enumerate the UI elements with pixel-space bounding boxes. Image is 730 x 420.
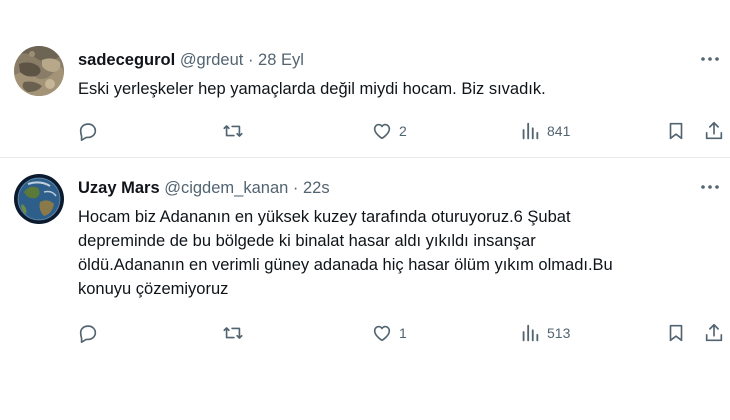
- share-icon: [705, 121, 723, 140]
- tweet-text: Hocam biz Adananın en yüksek kuzey taraf…: [78, 205, 638, 301]
- tweet-timestamp[interactable]: 22s: [303, 179, 330, 197]
- tweet-header: Uzay Mars @cigdem_kanan · 22s: [78, 178, 330, 198]
- retweet-button[interactable]: [222, 320, 250, 346]
- bookmark-button[interactable]: [665, 118, 687, 144]
- tweet-text-line: depreminde de bu bölgede ki binalat hasa…: [78, 232, 536, 250]
- retweet-icon: [223, 327, 243, 339]
- tweet-timestamp[interactable]: 28 Eyl: [258, 51, 304, 69]
- more-icon[interactable]: [698, 180, 722, 194]
- like-count: 1: [399, 325, 407, 341]
- tweet-text-line: öldü.Adananın en verimli güney adanada h…: [78, 256, 613, 274]
- retweet-icon: [223, 125, 243, 137]
- user-handle[interactable]: @cigdem_kanan: [164, 179, 288, 197]
- rock-texture-avatar: [14, 46, 64, 96]
- tweet-actions: 1 513: [0, 320, 730, 346]
- tweet[interactable]: Uzay Mars @cigdem_kanan · 22s Hocam biz …: [0, 158, 730, 358]
- display-name[interactable]: Uzay Mars: [78, 179, 160, 197]
- earth-avatar: [14, 174, 64, 224]
- tweet-actions: 2 841: [0, 118, 730, 144]
- more-icon[interactable]: [698, 52, 722, 66]
- tweet[interactable]: sadecegurol @grdeut · 28 Eyl Eski yerleş…: [0, 30, 730, 158]
- views-count: 513: [547, 325, 571, 341]
- separator-dot: ·: [292, 179, 299, 197]
- tweet-text-line: Eski yerleşkeler hep yamaçlarda değil mi…: [78, 80, 546, 98]
- user-avatar[interactable]: [14, 174, 64, 224]
- views-icon: [522, 122, 539, 140]
- share-button[interactable]: [703, 320, 725, 346]
- reply-icon: [79, 325, 97, 343]
- user-avatar[interactable]: [14, 46, 64, 96]
- reply-button[interactable]: [77, 118, 105, 144]
- display-name[interactable]: sadecegurol: [78, 51, 175, 69]
- separator-dot: ·: [247, 51, 254, 69]
- views-button[interactable]: 513: [519, 320, 570, 346]
- heart-icon: [373, 325, 391, 342]
- bookmark-button[interactable]: [665, 320, 687, 346]
- tweet-text-line: konuyu çözemiyoruz: [78, 280, 229, 298]
- share-button[interactable]: [703, 118, 725, 144]
- tweet-header: sadecegurol @grdeut · 28 Eyl: [78, 50, 304, 70]
- heart-icon: [373, 123, 391, 140]
- views-icon: [522, 324, 539, 342]
- share-icon: [705, 323, 723, 342]
- views-count: 841: [547, 123, 571, 139]
- like-button[interactable]: 1: [371, 320, 407, 346]
- bookmark-icon: [669, 324, 683, 342]
- reply-button[interactable]: [77, 320, 105, 346]
- bookmark-icon: [669, 122, 683, 140]
- like-count: 2: [399, 123, 407, 139]
- reply-icon: [79, 123, 97, 141]
- tweet-text-line: Hocam biz Adananın en yüksek kuzey taraf…: [78, 208, 571, 226]
- tweet-text: Eski yerleşkeler hep yamaçlarda değil mi…: [78, 77, 638, 101]
- like-button[interactable]: 2: [371, 118, 407, 144]
- retweet-button[interactable]: [222, 118, 250, 144]
- user-handle[interactable]: @grdeut: [180, 51, 244, 69]
- views-button[interactable]: 841: [519, 118, 570, 144]
